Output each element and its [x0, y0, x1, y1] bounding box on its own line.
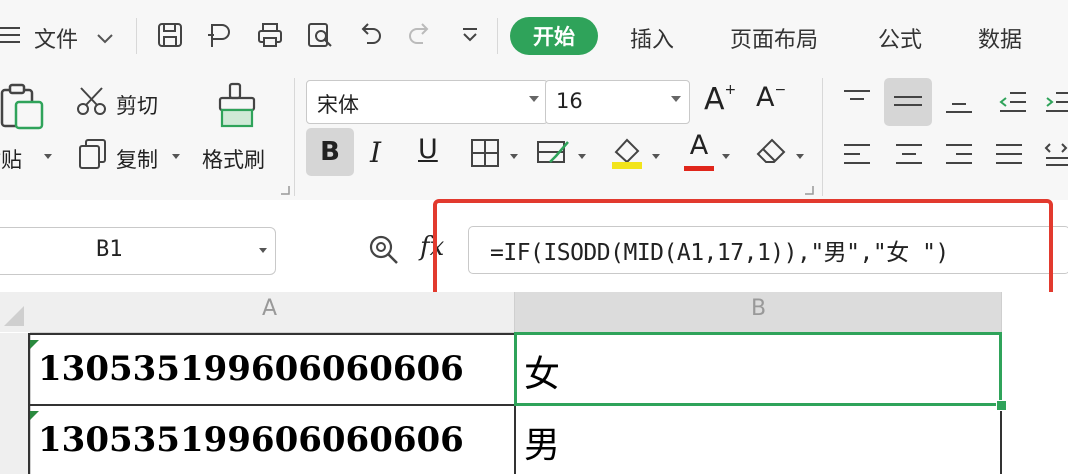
- paste-button[interactable]: 粘贴: [0, 144, 22, 174]
- plus-icon: +: [724, 82, 737, 98]
- align-middle-icon[interactable]: [884, 78, 932, 126]
- hamburger-icon[interactable]: [0, 24, 22, 46]
- italic-glyph: I: [370, 136, 382, 169]
- align-bottom-icon[interactable]: [944, 94, 974, 120]
- font-color-glyph: A: [689, 130, 709, 161]
- font-name-value: 宋体: [317, 93, 359, 117]
- name-box-value: B1: [96, 237, 123, 262]
- align-top-icon[interactable]: [842, 88, 872, 114]
- font-launcher-icon[interactable]: [804, 180, 814, 199]
- eraser-icon[interactable]: [754, 136, 788, 170]
- font-color-dropdown-icon[interactable]: [722, 154, 730, 159]
- copy-dropdown-icon[interactable]: [172, 154, 180, 159]
- shrink-font-glyph: A: [756, 82, 775, 113]
- font-size-value: 16: [556, 89, 583, 113]
- chevron-down-icon: [529, 96, 539, 102]
- bold-button[interactable]: B: [306, 128, 354, 176]
- grow-font-glyph: A: [704, 82, 725, 117]
- distributed-align-icon[interactable]: [1044, 142, 1068, 172]
- copy-button[interactable]: 复制: [116, 144, 158, 174]
- column-header-a[interactable]: A: [262, 296, 277, 321]
- print-preview-icon[interactable]: [303, 18, 337, 52]
- tab-insert[interactable]: 插入: [630, 22, 674, 54]
- align-right-icon[interactable]: [944, 142, 974, 172]
- decrease-indent-icon[interactable]: [998, 90, 1028, 118]
- borders-icon[interactable]: [470, 138, 500, 172]
- cell-style-dropdown-icon[interactable]: [578, 154, 586, 159]
- file-menu[interactable]: 文件: [34, 22, 78, 54]
- paste-dropdown-icon[interactable]: [44, 154, 52, 159]
- print-icon[interactable]: [253, 18, 287, 52]
- justify-icon[interactable]: [994, 142, 1024, 172]
- grow-font-button[interactable]: A+: [704, 82, 736, 117]
- column-header-b[interactable]: B: [751, 296, 766, 321]
- clear-dropdown-icon[interactable]: [796, 154, 804, 159]
- chevron-down-icon[interactable]: [96, 30, 114, 49]
- cell-border: [1000, 405, 1002, 474]
- cell-a1[interactable]: 130535199606060606: [30, 335, 514, 404]
- cell-b2[interactable]: 男: [516, 406, 1000, 474]
- tab-page-layout[interactable]: 页面布局: [730, 22, 818, 54]
- cut-button[interactable]: 剪切: [116, 90, 158, 120]
- cell-b2-value: 男: [524, 425, 561, 466]
- format-painter-icon[interactable]: [218, 82, 258, 136]
- shrink-font-button[interactable]: A−: [756, 82, 786, 113]
- fill-color-dropdown-icon[interactable]: [652, 154, 660, 159]
- format-painter-button[interactable]: 格式刷: [202, 144, 265, 174]
- tab-start[interactable]: 开始: [510, 17, 598, 55]
- save-icon[interactable]: [153, 18, 187, 52]
- increase-indent-icon[interactable]: [1044, 90, 1068, 118]
- active-cell-selection: [514, 332, 1002, 406]
- cell-a2[interactable]: 130535199606060606: [30, 406, 514, 474]
- italic-button[interactable]: I: [370, 136, 381, 169]
- lookup-icon[interactable]: [368, 234, 400, 270]
- cell-a1-value: 130535199606060606: [38, 349, 464, 389]
- redo-icon[interactable]: [403, 18, 437, 52]
- align-center-icon[interactable]: [894, 142, 924, 172]
- row-header-1[interactable]: [0, 333, 30, 405]
- tab-formulas[interactable]: 公式: [878, 22, 922, 54]
- bold-glyph: B: [320, 137, 340, 167]
- name-box[interactable]: [0, 227, 276, 275]
- clipboard-launcher-icon[interactable]: [280, 180, 290, 199]
- font-color-button[interactable]: A: [684, 130, 714, 171]
- column-divider: [1001, 292, 1002, 332]
- borders-dropdown-icon[interactable]: [510, 154, 518, 159]
- underline-glyph: U: [418, 134, 438, 165]
- fill-color-icon[interactable]: [610, 134, 644, 176]
- row-header-2[interactable]: [0, 405, 30, 474]
- font-size-select[interactable]: 16: [545, 80, 690, 124]
- minus-icon: −: [774, 82, 787, 98]
- scissors-icon[interactable]: [76, 86, 108, 120]
- column-divider: [514, 292, 515, 332]
- fill-handle[interactable]: [996, 400, 1007, 411]
- cell-style-icon[interactable]: [536, 138, 570, 172]
- paste-icon[interactable]: [0, 82, 44, 130]
- align-left-icon[interactable]: [842, 142, 872, 172]
- undo-icon[interactable]: [353, 18, 387, 52]
- quick-access-more-icon[interactable]: [453, 18, 487, 52]
- underline-button[interactable]: U: [418, 134, 438, 165]
- cell-a2-value: 130535199606060606: [38, 420, 464, 460]
- font-name-select[interactable]: 宋体: [306, 80, 548, 124]
- tab-data[interactable]: 数据: [978, 22, 1022, 54]
- ribbon: 粘贴 剪切 复制 格式刷 宋体 16 A+ A− B I U: [0, 72, 1068, 200]
- name-box-dropdown-icon[interactable]: [259, 248, 267, 253]
- font-color-swatch: [684, 166, 714, 171]
- menu-bar: 文件 开始 插入 页面布局 公式 数据: [0, 0, 1068, 72]
- copy-icon[interactable]: [78, 138, 108, 174]
- export-pdf-icon[interactable]: [203, 18, 237, 52]
- select-all-corner[interactable]: [0, 292, 30, 332]
- chevron-down-icon: [671, 96, 681, 102]
